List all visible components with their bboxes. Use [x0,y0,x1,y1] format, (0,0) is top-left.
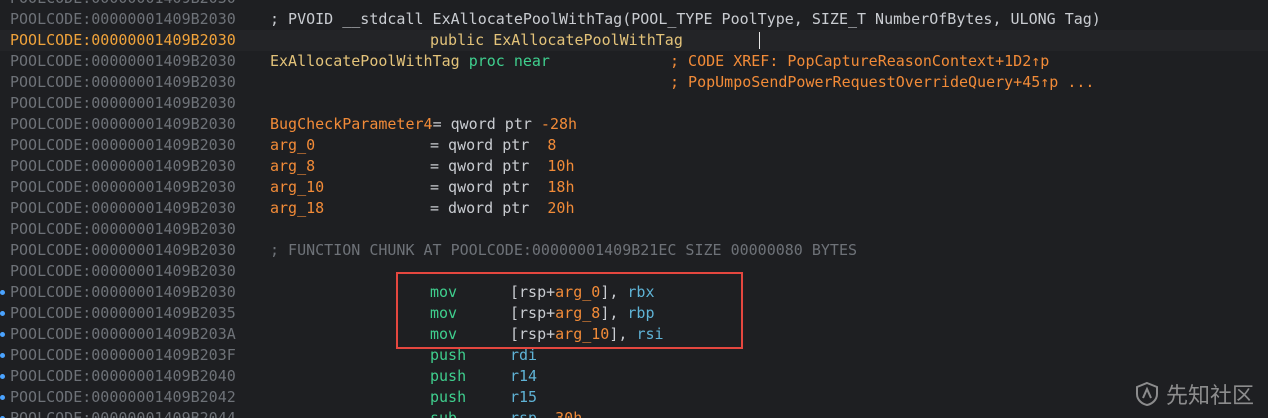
line-address: POOLCODE:00000001409B2030 [10,199,236,217]
proc-declaration: ExAllocatePoolWithTag proc near [270,51,550,72]
variable-offset: 18h [529,178,575,196]
listing-line[interactable]: POOLCODE:00000001409B2030 [0,0,1268,9]
stack-variable-line[interactable]: POOLCODE:00000001409B2030 arg_18 = dword… [0,198,1268,219]
flow-marker-icon [0,353,5,358]
line-address: POOLCODE:00000001409B2030 [10,220,236,238]
variable-type: = qword ptr [430,157,530,175]
line-address: POOLCODE:00000001409B2030 [10,178,236,196]
listing-line-current[interactable]: POOLCODE:00000001409B2030 public ExAlloc… [0,30,1268,51]
instruction-mnemonic: sub [430,409,458,418]
operand-register[interactable]: rsp [510,409,537,418]
variable-name[interactable]: arg_18 [270,198,324,219]
flow-marker-icon [0,395,5,400]
stack-variable-def: = qword ptr 18h [430,177,575,198]
variable-type: = qword ptr [430,178,530,196]
disassembly-lines: POOLCODE:00000001409B2030 POOLCODE:00000… [0,0,1268,418]
listing-line[interactable]: POOLCODE:00000001409B2030 ; PVOID __stdc… [0,9,1268,30]
variable-name[interactable]: arg_8 [270,156,315,177]
stack-variable: BugCheckParameter4= qword ptr -28h [270,114,577,135]
disassembly-view[interactable]: POOLCODE:00000001409B2030 POOLCODE:00000… [0,0,1268,418]
listing-line[interactable]: POOLCODE:00000001409B2030 ; PopUmpoSendP… [0,72,1268,93]
instruction-line[interactable]: POOLCODE:00000001409B2042 push r15 [0,387,1268,408]
flow-marker-icon [0,290,5,295]
stack-variable-line[interactable]: POOLCODE:00000001409B2030 arg_10 = qword… [0,177,1268,198]
operand-immediate: 30h [555,409,583,418]
line-address: POOLCODE:00000001409B2030 [10,136,236,154]
instruction-mnemonic: push [430,388,467,406]
listing-line[interactable]: POOLCODE:00000001409B2030 ; FUNCTION CHU… [0,240,1268,261]
flow-marker-icon [0,374,5,379]
variable-name[interactable]: BugCheckParameter4 [270,115,433,133]
line-address: POOLCODE:00000001409B2030 [10,52,236,70]
line-address: POOLCODE:00000001409B2044 [10,409,236,418]
listing-line[interactable]: POOLCODE:00000001409B2030 ExAllocatePool… [0,51,1268,72]
line-address: POOLCODE:00000001409B2035 [10,304,236,322]
line-address: POOLCODE:00000001409B2042 [10,388,236,406]
line-address: POOLCODE:00000001409B203F [10,346,236,364]
flow-marker-icon [0,332,5,337]
text-cursor [759,32,760,49]
proc-keyword: proc near [468,52,550,70]
variable-offset: -28h [531,115,578,133]
highlight-annotation-box [396,272,743,349]
variable-type: = dword ptr [430,199,530,217]
line-address: POOLCODE:00000001409B203A [10,325,236,343]
variable-type: = qword ptr [430,136,530,154]
stack-variable-line[interactable]: POOLCODE:00000001409B2030 BugCheckParame… [0,114,1268,135]
code-xref-comment[interactable]: ; CODE XREF: PopCaptureReasonContext+1D2… [670,51,1049,72]
proc-name[interactable]: ExAllocatePoolWithTag [270,52,460,70]
line-address: POOLCODE:00000001409B2040 [10,367,236,385]
stack-variable-line[interactable]: POOLCODE:00000001409B2030 arg_0 = qword … [0,135,1268,156]
public-keyword: public [430,31,485,49]
variable-name[interactable]: arg_10 [270,177,324,198]
line-address: POOLCODE:00000001409B2030 [10,94,236,112]
function-chunk-comment: ; FUNCTION CHUNK AT POOLCODE:00000001409… [270,241,857,259]
variable-name[interactable]: arg_0 [270,135,315,156]
stack-variable-def: = dword ptr 20h [430,198,575,219]
instruction-operands: rsp, 30h [510,408,582,418]
public-symbol[interactable]: ExAllocatePoolWithTag [493,31,683,49]
line-address: POOLCODE:00000001409B2030 [10,10,236,28]
site-watermark: 先知社区 [1134,378,1254,410]
flow-marker-icon [0,311,5,316]
stack-variable-def: = qword ptr 10h [430,156,575,177]
listing-line[interactable]: POOLCODE:00000001409B2030 [0,93,1268,114]
instruction-line[interactable]: POOLCODE:00000001409B2044 sub rsp, 30h [0,408,1268,418]
operand-register[interactable]: r14 [510,366,537,387]
variable-type: = qword ptr [432,115,532,133]
line-address: POOLCODE:00000001409B2030 [10,73,236,91]
operand-separator: , [537,409,556,418]
instruction-mnemonic: push [430,367,467,385]
stack-variable-line[interactable]: POOLCODE:00000001409B2030 arg_8 = qword … [0,156,1268,177]
line-address: POOLCODE:00000001409B2030 [10,0,236,9]
line-address: POOLCODE:00000001409B2030 [10,241,236,259]
function-prototype-comment: ; PVOID __stdcall ExAllocatePoolWithTag(… [270,10,1101,28]
shield-logo-icon [1135,381,1158,407]
line-address: POOLCODE:00000001409B2030 [10,283,236,301]
line-address: POOLCODE:00000001409B2030 [10,157,236,175]
line-address: POOLCODE:00000001409B2030 [10,115,236,133]
variable-offset: 8 [529,136,557,154]
variable-offset: 10h [529,157,575,175]
code-xref-comment[interactable]: ; PopUmpoSendPowerRequestOverrideQuery+4… [670,72,1094,93]
operand-register[interactable]: r15 [510,387,537,408]
current-line-address: POOLCODE:00000001409B2030 [10,31,236,49]
instruction-line[interactable]: POOLCODE:00000001409B2040 push r14 [0,366,1268,387]
variable-offset: 20h [529,199,575,217]
listing-line[interactable]: POOLCODE:00000001409B2030 [0,219,1268,240]
watermark-text: 先知社区 [1165,384,1254,409]
public-declaration: public ExAllocatePoolWithTag [430,30,683,51]
line-address: POOLCODE:00000001409B2030 [10,262,236,280]
stack-variable-def: = qword ptr 8 [430,135,556,156]
